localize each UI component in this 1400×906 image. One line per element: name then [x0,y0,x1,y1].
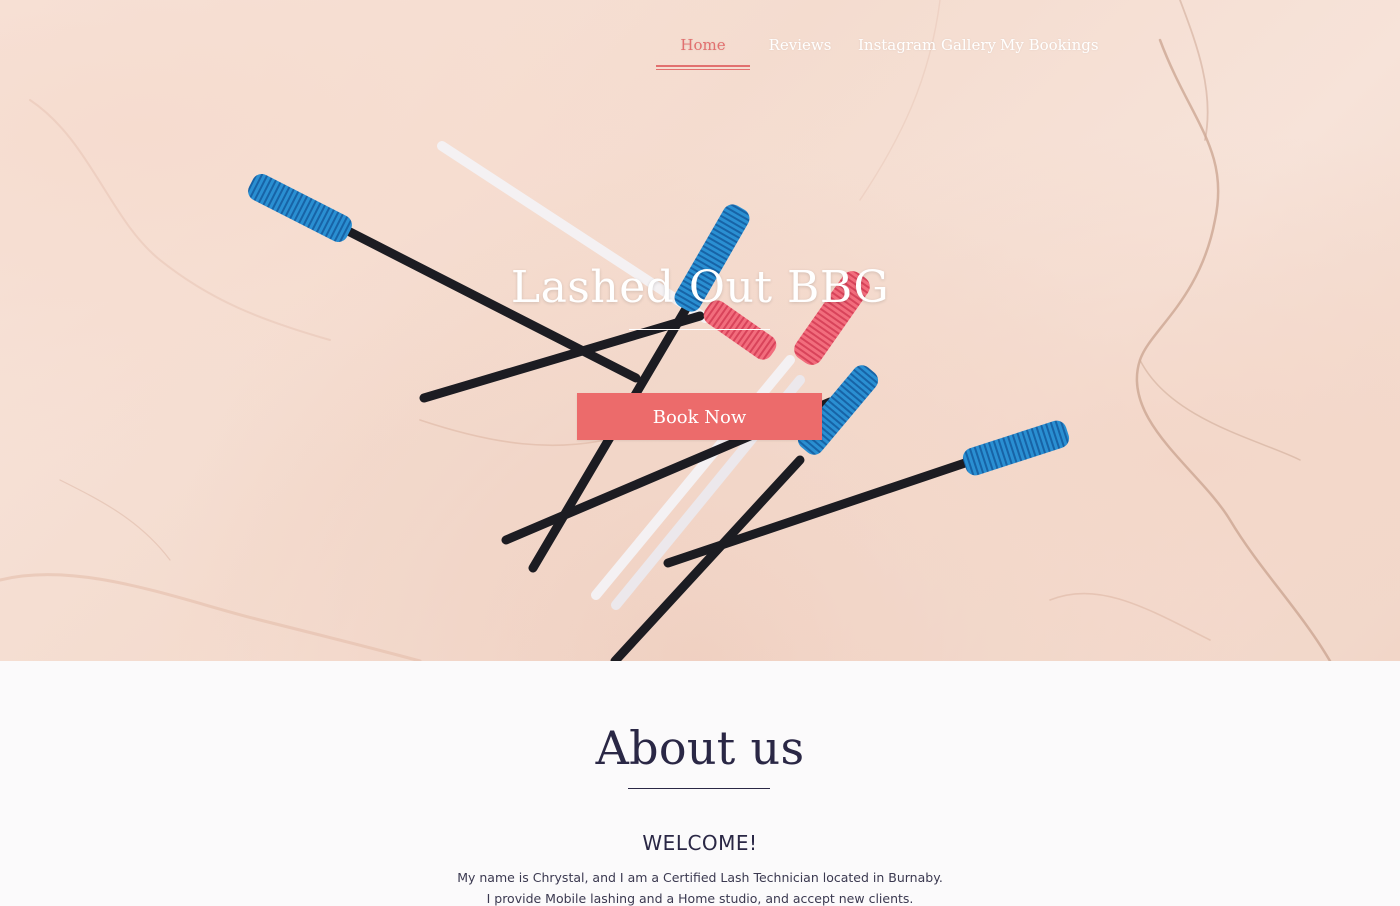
nav-active-underline [656,65,750,70]
about-text-line-1: My name is Chrystal, and I am a Certifie… [457,870,943,885]
about-section: About us WELCOME! My name is Chrystal, a… [0,661,1400,906]
about-title: About us [595,721,805,775]
nav-item-instagram-gallery[interactable]: Instagram Gallery [858,36,996,54]
about-title-divider [628,788,770,789]
hero-title: Lashed Out BBG [510,262,890,313]
hero-section: Home Reviews Instagram Gallery My Bookin… [0,0,1400,661]
about-text-line-2: I provide Mobile lashing and a Home stud… [486,891,914,906]
nav-item-reviews[interactable]: Reviews [760,36,840,54]
book-now-button[interactable]: Book Now [577,393,822,440]
nav-item-my-bookings[interactable]: My Bookings [1000,36,1099,54]
hero-background-image [0,0,1332,661]
main-nav: Home Reviews Instagram Gallery My Bookin… [0,36,1400,76]
welcome-heading: WELCOME! [642,831,758,855]
hero-title-divider [629,329,770,330]
nav-item-home[interactable]: Home [656,36,750,54]
